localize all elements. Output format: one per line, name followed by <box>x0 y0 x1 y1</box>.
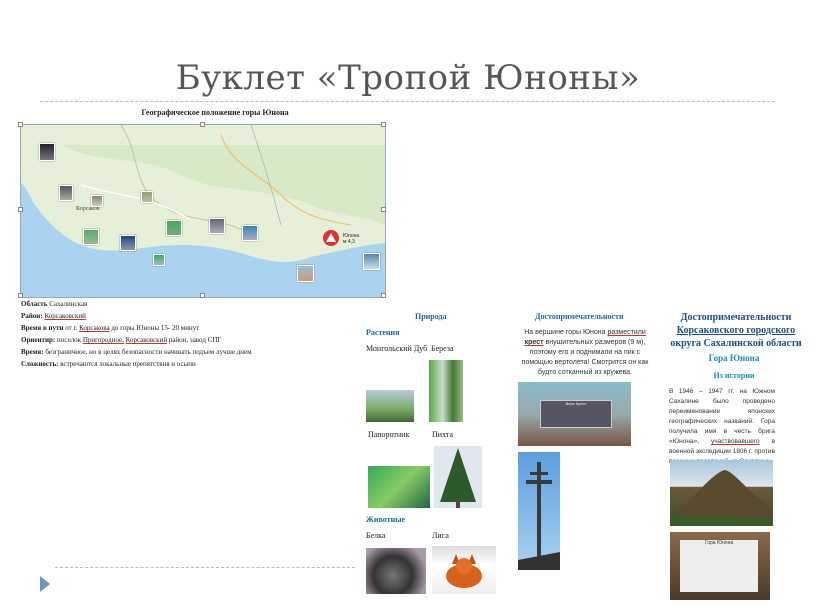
play-arrow-icon[interactable] <box>40 576 50 592</box>
map-photo-marker[interactable] <box>83 229 99 245</box>
map-photo-marker[interactable] <box>297 265 314 282</box>
squirrel-label: Белка <box>366 531 386 540</box>
oak-label: Монгольский Дуб <box>366 344 428 353</box>
fir-label: Пихта <box>432 430 454 439</box>
map-photo-marker[interactable] <box>153 254 165 266</box>
map-photo-marker[interactable] <box>166 220 182 236</box>
map-photo-marker[interactable] <box>59 185 73 201</box>
animals-heading: Животные <box>366 515 406 524</box>
birch-photo <box>429 360 463 422</box>
fir-photo <box>434 446 482 508</box>
birch-label: Береза <box>431 344 454 353</box>
squirrel-photo <box>366 548 426 594</box>
district-heading: Достопримечательности Корсаковского горо… <box>670 312 802 349</box>
map-caption: Географическое положение горы Юнона <box>141 108 289 117</box>
cross-photo <box>518 452 560 570</box>
route-info: Область Сахалинская Район: Корсаковский … <box>21 300 252 368</box>
map-photo-marker[interactable] <box>363 253 380 270</box>
fern-photo <box>368 466 430 508</box>
sights-heading: Достопримечательности <box>535 312 624 321</box>
resize-handle[interactable] <box>18 122 23 127</box>
mountain-heading: Гора Юнона <box>708 353 760 363</box>
history-text: В 1946 – 1947 гг. на Южном Сахалине было… <box>669 388 776 465</box>
footer-divider <box>55 567 355 568</box>
map-peak-label: Юнона м 4,3 <box>343 233 360 245</box>
mountain-photo <box>670 460 773 526</box>
map-photo-marker[interactable] <box>141 191 153 203</box>
fox-photo <box>432 546 496 594</box>
resize-handle[interactable] <box>18 207 23 212</box>
slide-title: Буклет «Тропой Юноны» <box>175 58 641 98</box>
map-photo-marker[interactable] <box>209 218 225 234</box>
history-heading: Из истории <box>713 371 755 380</box>
resize-handle[interactable] <box>381 293 386 298</box>
resize-handle[interactable] <box>200 122 205 127</box>
map-photo-marker[interactable] <box>91 195 103 207</box>
cross-plaque-photo: Верх Крест <box>518 382 631 446</box>
map-photo-marker[interactable] <box>242 225 258 241</box>
sign-photo: Гора Юнона <box>670 532 770 600</box>
location-map[interactable]: Корсаков Юнона м 4,3 <box>20 124 386 298</box>
map-photo-marker[interactable] <box>39 143 55 161</box>
resize-handle[interactable] <box>381 122 386 127</box>
fox-label: Лиса <box>432 531 449 540</box>
title-divider <box>40 101 775 102</box>
nature-heading: Природа <box>415 312 447 321</box>
map-photo-marker[interactable] <box>120 235 136 251</box>
resize-handle[interactable] <box>381 207 386 212</box>
oak-photo <box>366 390 414 422</box>
sights-text: На вершине горы Юнона разместили крест в… <box>521 329 649 376</box>
plants-heading: Растения <box>366 328 400 337</box>
fern-label: Папоротник <box>368 430 410 439</box>
